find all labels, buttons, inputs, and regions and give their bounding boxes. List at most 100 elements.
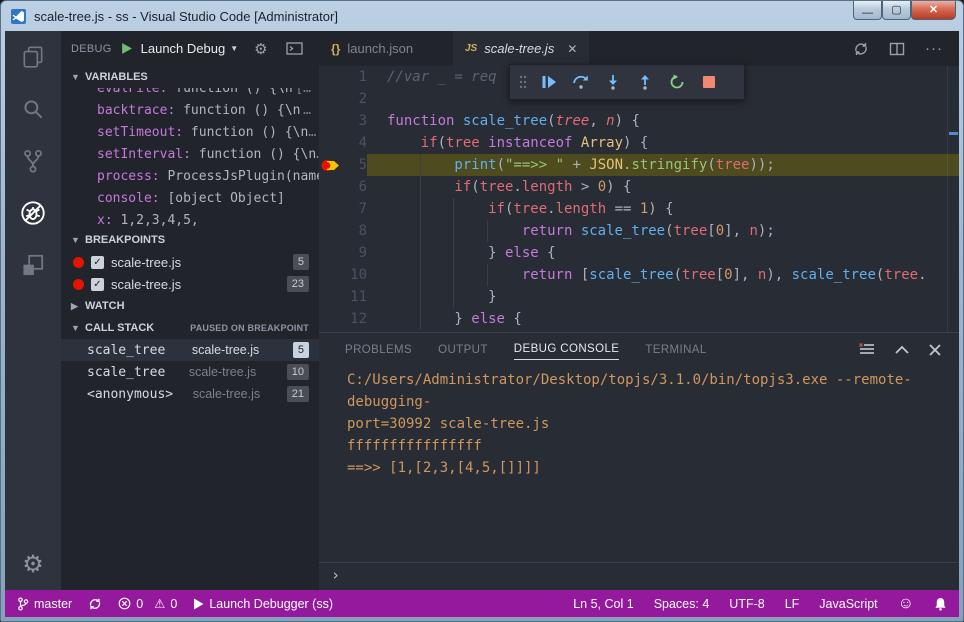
variable-row[interactable]: backtrace: function () {\n… xyxy=(61,100,319,122)
clear-console-icon[interactable] xyxy=(859,343,875,357)
close-button[interactable]: ✕ xyxy=(911,1,956,20)
notifications-bell-icon[interactable] xyxy=(934,597,947,611)
indentation-item[interactable]: Spaces: 4 xyxy=(654,597,710,611)
code-line[interactable]: 6if(tree.length > 0) { xyxy=(319,176,959,198)
variable-row[interactable]: x: 1,2,3,4,5, xyxy=(61,210,319,229)
cursor-position-item[interactable]: Ln 5, Col 1 xyxy=(573,597,633,611)
gutter-breakpoint-column[interactable] xyxy=(319,198,341,220)
gutter-breakpoint-column[interactable] xyxy=(319,308,341,330)
code-line[interactable]: 3function scale_tree(tree, n) { xyxy=(319,110,959,132)
close-panel-icon[interactable] xyxy=(929,344,941,356)
variables-section-header[interactable]: ▼ VARIABLES xyxy=(61,66,319,88)
continue-icon[interactable] xyxy=(536,69,562,95)
git-branch-item[interactable]: master xyxy=(17,597,72,611)
more-actions-icon[interactable]: ··· xyxy=(925,40,943,57)
sync-icon[interactable] xyxy=(853,41,869,57)
code-line-content[interactable]: return [scale_tree(tree[0], n), scale_tr… xyxy=(367,264,959,286)
code-line-content[interactable]: } else { xyxy=(367,242,959,264)
gutter-breakpoint-column[interactable] xyxy=(319,286,341,308)
code-line[interactable]: 9} else { xyxy=(319,242,959,264)
debug-icon[interactable] xyxy=(5,187,61,239)
debug-console-input[interactable]: › xyxy=(319,562,959,587)
current-statement-breakpoint-icon[interactable] xyxy=(319,154,341,176)
call-stack-frame[interactable]: scale_treescale-tree.js10 xyxy=(61,361,319,383)
code-line-content[interactable]: if(tree.length > 0) { xyxy=(367,176,959,198)
stop-icon[interactable] xyxy=(696,69,722,95)
play-icon xyxy=(193,598,204,610)
code-line[interactable]: 8return scale_tree(tree[0], n); xyxy=(319,220,959,242)
search-icon[interactable] xyxy=(5,83,61,135)
code-line[interactable]: 10return [scale_tree(tree[0], n), scale_… xyxy=(319,264,959,286)
encoding-item[interactable]: UTF-8 xyxy=(729,597,764,611)
code-line[interactable]: 12} else { xyxy=(319,308,959,330)
debug-console-toggle-icon[interactable] xyxy=(286,42,303,55)
code-line-content[interactable]: function scale_tree(tree, n) { xyxy=(367,110,959,132)
code-editor[interactable]: 1//var _ = req23function scale_tree(tree… xyxy=(319,66,959,332)
code-line-content[interactable]: if(tree instanceof Array) { xyxy=(367,132,959,154)
tab-output[interactable]: OUTPUT xyxy=(438,340,488,360)
gutter-breakpoint-column[interactable] xyxy=(319,220,341,242)
split-editor-icon[interactable] xyxy=(889,41,905,57)
code-line-content[interactable]: } else { xyxy=(367,308,959,330)
branch-icon xyxy=(17,597,29,611)
code-line-content[interactable]: return scale_tree(tree[0], n); xyxy=(367,220,959,242)
call-stack-frame[interactable]: <anonymous>scale-tree.js21 xyxy=(61,383,319,405)
call-stack-section-header[interactable]: ▼ CALL STACK PAUSED ON BREAKPOINT xyxy=(61,317,319,339)
tab-problems[interactable]: PROBLEMS xyxy=(345,340,412,360)
call-stack-frame[interactable]: scale_treescale-tree.js5 xyxy=(61,339,319,361)
code-line-content[interactable]: } xyxy=(367,286,959,308)
tab-launch-json[interactable]: {} launch.json xyxy=(319,31,453,66)
source-control-icon[interactable] xyxy=(5,135,61,187)
variable-row[interactable]: process: ProcessJsPlugin(name… xyxy=(61,166,319,188)
code-line[interactable]: 4if(tree instanceof Array) { xyxy=(319,132,959,154)
tab-scale-tree-js[interactable]: JS scale-tree.js ✕ xyxy=(453,31,589,66)
maximize-panel-icon[interactable] xyxy=(895,345,909,354)
code-line[interactable]: 11} xyxy=(319,286,959,308)
gutter-breakpoint-column[interactable] xyxy=(319,132,341,154)
launch-debugger-item[interactable]: Launch Debugger (ss) xyxy=(193,597,333,611)
variable-row[interactable]: console: [object Object] xyxy=(61,188,319,210)
explorer-icon[interactable] xyxy=(5,31,61,83)
step-out-icon[interactable] xyxy=(632,69,658,95)
line-number: 3 xyxy=(341,110,367,132)
debug-config-dropdown[interactable]: Launch Debug▼ xyxy=(141,41,239,56)
gutter-breakpoint-column[interactable] xyxy=(319,66,341,88)
gutter-breakpoint-column[interactable] xyxy=(319,88,341,110)
gutter-breakpoint-column[interactable] xyxy=(319,176,341,198)
step-into-icon[interactable] xyxy=(600,69,626,95)
feedback-smiley-icon[interactable]: ☺ xyxy=(898,595,914,613)
step-over-icon[interactable] xyxy=(568,69,594,95)
code-line[interactable]: 5print("==>> " + JSON.stringify(tree)); xyxy=(319,154,959,176)
tab-terminal[interactable]: TERMINAL xyxy=(645,340,706,360)
code-line-content[interactable]: print("==>> " + JSON.stringify(tree)); xyxy=(367,154,959,176)
breakpoint-row[interactable]: ✓scale-tree.js23 xyxy=(61,273,319,295)
gutter-breakpoint-column[interactable] xyxy=(319,264,341,286)
drag-handle-icon[interactable] xyxy=(516,75,530,89)
variable-row[interactable]: evalFile: function () {\n[… xyxy=(61,88,319,100)
minimize-button[interactable]: — xyxy=(853,1,882,20)
language-mode-item[interactable]: JavaScript xyxy=(819,597,877,611)
tab-debug-console[interactable]: DEBUG CONSOLE xyxy=(514,339,620,360)
restart-icon[interactable] xyxy=(664,69,690,95)
extensions-icon[interactable] xyxy=(5,239,61,291)
variable-row[interactable]: setInterval: function () {\n… xyxy=(61,144,319,166)
breakpoint-row[interactable]: ✓scale-tree.js5 xyxy=(61,251,319,273)
problems-status-item[interactable]: 0 ⚠ 0 xyxy=(118,596,177,611)
overview-ruler[interactable] xyxy=(947,66,959,332)
close-tab-icon[interactable]: ✕ xyxy=(567,42,577,56)
gutter-breakpoint-column[interactable] xyxy=(319,242,341,264)
breakpoint-checkbox[interactable]: ✓ xyxy=(91,256,104,269)
watch-section-header[interactable]: ▶ WATCH xyxy=(61,295,319,317)
settings-gear-icon[interactable]: ⚙ xyxy=(5,544,61,584)
breakpoints-section-header[interactable]: ▼ BREAKPOINTS xyxy=(61,229,319,251)
configure-gear-icon[interactable]: ⚙ xyxy=(254,40,267,58)
eol-item[interactable]: LF xyxy=(785,597,800,611)
code-line-content[interactable]: if(tree.length == 1) { xyxy=(367,198,959,220)
gutter-breakpoint-column[interactable] xyxy=(319,110,341,132)
start-debug-icon[interactable] xyxy=(120,42,133,55)
maximize-button[interactable]: ▢ xyxy=(882,1,911,20)
breakpoint-checkbox[interactable]: ✓ xyxy=(91,278,104,291)
variable-row[interactable]: setTimeout: function () {\n… xyxy=(61,122,319,144)
sync-status-item[interactable] xyxy=(88,597,102,611)
code-line[interactable]: 7if(tree.length == 1) { xyxy=(319,198,959,220)
